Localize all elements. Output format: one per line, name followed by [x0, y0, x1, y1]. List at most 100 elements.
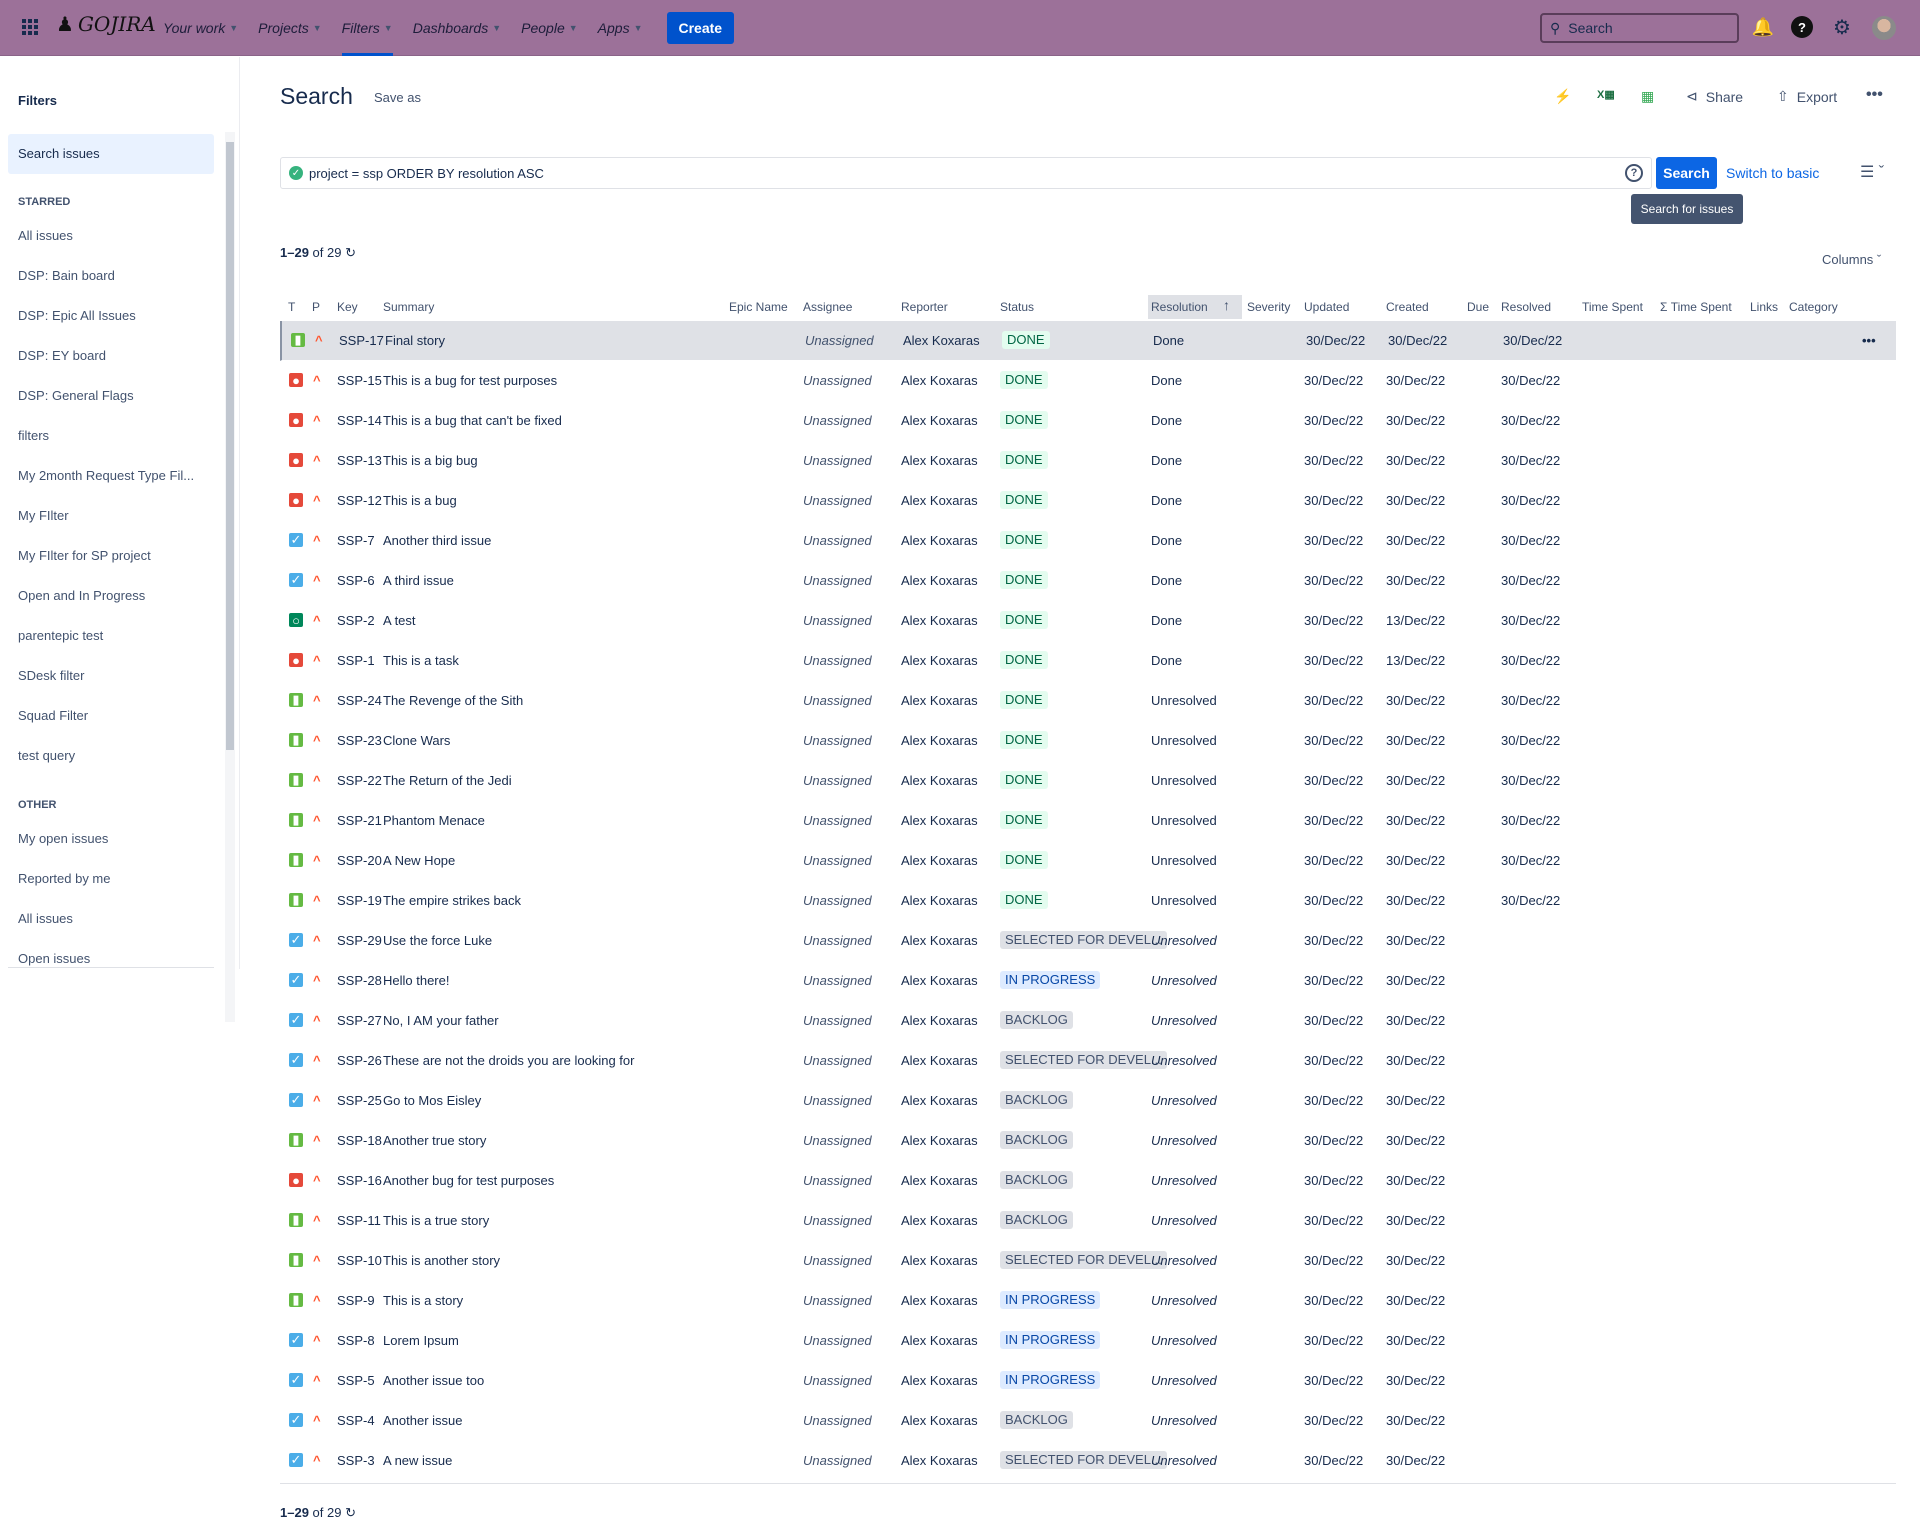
automation-icon[interactable]: ⚡ — [1554, 88, 1571, 105]
issue-key[interactable]: SSP-11 — [337, 1213, 381, 1228]
help-icon[interactable]: ? — [1791, 16, 1813, 38]
notifications-bell-icon[interactable]: 🔔 — [1752, 16, 1774, 38]
column-header[interactable]: Due — [1467, 300, 1489, 314]
issue-summary[interactable]: This is a bug that can't be fixed — [383, 413, 562, 428]
issue-summary[interactable]: Another issue too — [383, 1373, 484, 1388]
issue-summary[interactable]: Another true story — [383, 1133, 486, 1148]
table-row[interactable]: ▮ ^ SSP-18 Another true story Unassigned Alex… — [280, 1121, 1896, 1161]
jql-query-input[interactable]: ✓ project = ssp ORDER BY resolution ASC … — [280, 157, 1652, 189]
issue-key[interactable]: SSP-26 — [337, 1053, 382, 1068]
table-row[interactable]: ✓ ^ SSP-29 Use the force Luke Unassigned Alex… — [280, 921, 1896, 961]
sidebar-filter-link[interactable]: Open issues — [18, 951, 90, 966]
sidebar-filter-link[interactable]: DSP: General Flags — [18, 388, 134, 403]
share-button[interactable]: ⊲ Share — [1686, 88, 1743, 105]
issue-key[interactable]: SSP-14 — [337, 413, 382, 428]
sidebar-filter-link[interactable]: My FIlter — [18, 508, 69, 523]
issue-summary[interactable]: This is a task — [383, 653, 459, 668]
issue-key[interactable]: SSP-25 — [337, 1093, 382, 1108]
column-header[interactable]: T — [288, 300, 295, 314]
search-button[interactable]: Search — [1656, 157, 1717, 189]
column-header[interactable]: Time Spent — [1582, 300, 1643, 314]
issue-key[interactable]: SSP-21 — [337, 813, 382, 828]
table-row[interactable]: ▮ ^ SSP-11 This is a true story Unassigned Al… — [280, 1201, 1896, 1241]
row-actions-icon[interactable]: ••• — [1862, 333, 1876, 348]
table-row[interactable]: ✓ ^ SSP-25 Go to Mos Eisley Unassigned Alex K… — [280, 1081, 1896, 1121]
issue-summary[interactable]: Lorem Ipsum — [383, 1333, 459, 1348]
issue-key[interactable]: SSP-27 — [337, 1013, 382, 1028]
issue-key[interactable]: SSP-1 — [337, 653, 375, 668]
issue-key[interactable]: SSP-10 — [337, 1253, 382, 1268]
table-row[interactable]: ✓ ^ SSP-3 A new issue Unassigned Alex Koxaras… — [280, 1441, 1896, 1481]
table-row[interactable]: ✓ ^ SSP-28 Hello there! Unassigned Alex Koxar… — [280, 961, 1896, 1001]
save-as-button[interactable]: Save as — [374, 90, 421, 105]
sidebar-filter-link[interactable]: parentepic test — [18, 628, 103, 643]
issue-summary[interactable]: No, I AM your father — [383, 1013, 499, 1028]
column-header[interactable]: Links — [1750, 300, 1778, 314]
issue-key[interactable]: SSP-3 — [337, 1453, 375, 1468]
nav-projects[interactable]: Projects ▼ — [258, 0, 322, 56]
table-row[interactable]: ● ^ SSP-16 Another bug for test purposes Una… — [280, 1161, 1896, 1201]
issue-key[interactable]: SSP-4 — [337, 1413, 375, 1428]
issue-summary[interactable]: Use the force Luke — [383, 933, 492, 948]
issue-summary[interactable]: A new issue — [383, 1453, 452, 1468]
sidebar-filter-link[interactable]: DSP: Bain board — [18, 268, 115, 283]
table-row[interactable]: ● ^ SSP-15 This is a bug for test purposes U… — [280, 361, 1896, 401]
column-header[interactable]: Status — [1000, 300, 1034, 314]
issue-key[interactable]: SSP-19 — [337, 893, 382, 908]
table-row[interactable]: ✓ ^ SSP-5 Another issue too Unassigned Alex K… — [280, 1361, 1896, 1401]
column-header[interactable]: Updated — [1304, 300, 1349, 314]
excel-export-icon[interactable]: X▦ — [1597, 88, 1615, 101]
column-header[interactable]: Reporter — [901, 300, 948, 314]
issue-key[interactable]: SSP-7 — [337, 533, 375, 548]
table-row[interactable]: ▮ ^ SSP-19 The empire strikes back Unassigne… — [280, 881, 1896, 921]
issue-summary[interactable]: The empire strikes back — [383, 893, 521, 908]
issue-summary[interactable]: Clone Wars — [383, 733, 450, 748]
issue-summary[interactable]: This is another story — [383, 1253, 500, 1268]
sidebar-filter-link[interactable]: Open and In Progress — [18, 588, 145, 603]
issue-summary[interactable]: This is a big bug — [383, 453, 478, 468]
sidebar-filter-link[interactable]: Squad Filter — [18, 708, 88, 723]
issue-summary[interactable]: Another bug for test purposes — [383, 1173, 554, 1188]
column-header[interactable]: Created — [1386, 300, 1429, 314]
column-header[interactable]: Category — [1789, 300, 1838, 314]
table-row[interactable]: ▮ ^ SSP-24 The Revenge of the Sith Unassigne… — [280, 681, 1896, 721]
issue-key[interactable]: SSP-12 — [337, 493, 382, 508]
issue-summary[interactable]: Hello there! — [383, 973, 449, 988]
sidebar-item-search-issues[interactable]: Search issues — [8, 134, 214, 174]
table-row[interactable]: ▮ ^ SSP-20 A New Hope Unassigned Alex Koxaras… — [280, 841, 1896, 881]
issue-key[interactable]: SSP-18 — [337, 1133, 382, 1148]
table-row[interactable]: ✓ ^ SSP-26 These are not the droids you are… — [280, 1041, 1896, 1081]
sidebar-filter-link[interactable]: All issues — [18, 228, 73, 243]
sidebar-filter-link[interactable]: test query — [18, 748, 75, 763]
sidebar-filter-link[interactable]: filters — [18, 428, 49, 443]
sidebar-filter-link[interactable]: My open issues — [18, 831, 108, 846]
switch-to-basic-link[interactable]: Switch to basic — [1726, 165, 1819, 181]
issue-key[interactable]: SSP-16 — [337, 1173, 382, 1188]
column-header[interactable]: Key — [337, 300, 358, 314]
syntax-help-icon[interactable]: ? — [1625, 164, 1643, 182]
table-row[interactable]: ✓ ^ SSP-7 Another third issue Unassigned Alex… — [280, 521, 1896, 561]
sidebar-filter-link[interactable]: All issues — [18, 911, 73, 926]
nav-dashboards[interactable]: Dashboards ▼ — [413, 0, 501, 56]
table-row[interactable]: ● ^ SSP-12 This is a bug Unassigned Alex Koxa… — [280, 481, 1896, 521]
sidebar-filter-link[interactable]: My 2month Request Type Fil... — [18, 468, 194, 483]
user-avatar[interactable] — [1872, 16, 1896, 40]
table-row[interactable]: ▮ ^ SSP-17 Final story Unassigned Alex Koxara… — [280, 321, 1896, 361]
column-header[interactable]: Severity — [1247, 300, 1290, 314]
issue-key[interactable]: SSP-20 — [337, 853, 382, 868]
app-switcher-icon[interactable] — [22, 19, 38, 35]
column-header[interactable]: Resolution — [1151, 300, 1208, 314]
sidebar-filter-link[interactable]: DSP: Epic All Issues — [18, 308, 136, 323]
column-header[interactable]: Resolved — [1501, 300, 1551, 314]
table-row[interactable]: ▮ ^ SSP-22 The Return of the Jedi Unassigned… — [280, 761, 1896, 801]
issue-key[interactable]: SSP-9 — [337, 1293, 375, 1308]
logo[interactable]: ♟ GOJIRA — [56, 12, 156, 36]
nav-people[interactable]: People ▼ — [521, 0, 578, 56]
nav-apps[interactable]: Apps ▼ — [598, 0, 643, 56]
table-row[interactable]: ● ^ SSP-14 This is a bug that can't be fixe… — [280, 401, 1896, 441]
table-row[interactable]: ✓ ^ SSP-4 Another issue Unassigned Alex Koxar… — [280, 1401, 1896, 1441]
issue-summary[interactable]: A test — [383, 613, 416, 628]
nav-filters[interactable]: Filters ▼ — [341, 0, 393, 56]
sidebar-filter-link[interactable]: DSP: EY board — [18, 348, 106, 363]
sidebar-filter-link[interactable]: SDesk filter — [18, 668, 84, 683]
